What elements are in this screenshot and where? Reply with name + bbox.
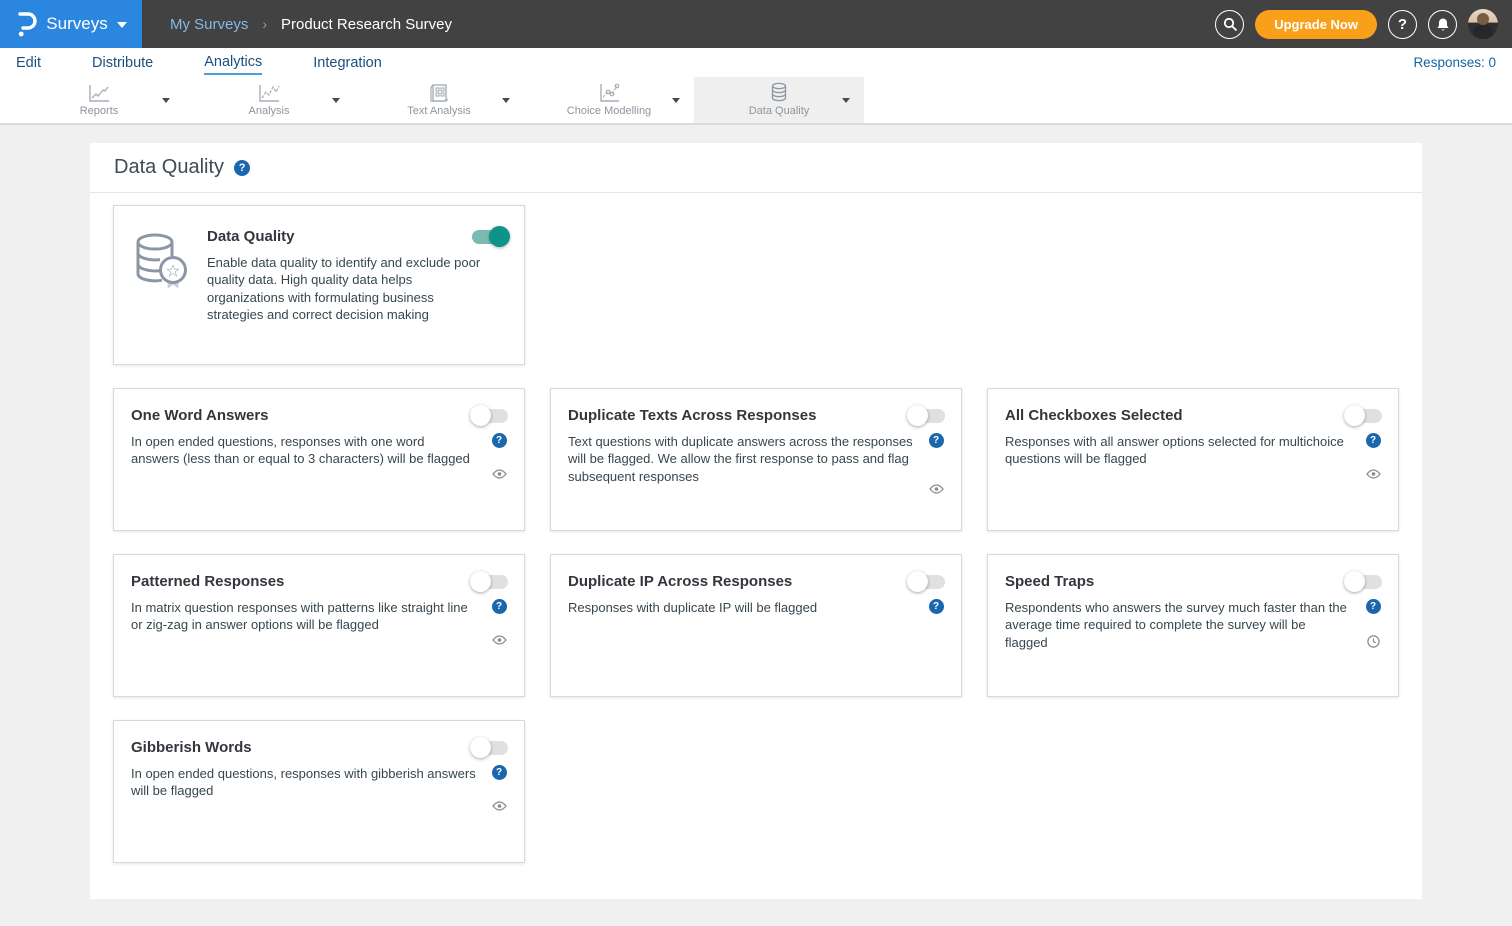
card-help-icon[interactable]: ? xyxy=(929,433,944,448)
tab-text-analysis[interactable]: Text Analysis xyxy=(354,77,524,123)
upgrade-now-button[interactable]: Upgrade Now xyxy=(1255,10,1377,39)
eye-icon[interactable] xyxy=(929,484,944,494)
brand-label: Surveys xyxy=(46,14,107,34)
card-duplicate-ip: Duplicate IP Across Responses Responses … xyxy=(550,554,962,697)
duplicate-texts-toggle[interactable] xyxy=(909,409,945,423)
data-quality-toggle[interactable] xyxy=(472,230,508,244)
card-speed-traps: Speed Traps Respondents who answers the … xyxy=(987,554,1399,697)
card-patterned-responses: Patterned Responses In matrix question r… xyxy=(113,554,525,697)
nav-tab-edit[interactable]: Edit xyxy=(16,52,41,74)
search-icon xyxy=(1223,17,1237,31)
breadcrumb-separator-icon: › xyxy=(262,16,267,32)
brand-surveys-menu[interactable]: Surveys xyxy=(0,0,142,48)
user-avatar[interactable] xyxy=(1468,9,1498,39)
card-duplicate-texts: Duplicate Texts Across Responses Text qu… xyxy=(550,388,962,531)
eye-icon[interactable] xyxy=(492,801,507,811)
chevron-down-icon[interactable] xyxy=(842,98,850,103)
patterned-responses-toggle[interactable] xyxy=(472,575,508,589)
card-description: Text questions with duplicate answers ac… xyxy=(568,433,927,494)
newspaper-icon xyxy=(428,83,450,103)
tab-choice-modelling[interactable]: Choice Modelling xyxy=(524,77,694,123)
nav-tab-analytics[interactable]: Analytics xyxy=(204,51,262,75)
tab-analysis[interactable]: Analysis xyxy=(184,77,354,123)
tab-label: Analysis xyxy=(249,105,290,117)
card-help-icon[interactable]: ? xyxy=(929,599,944,614)
card-gibberish-words: Gibberish Words In open ended questions,… xyxy=(113,720,525,863)
panel-header: Data Quality ? xyxy=(90,143,1422,193)
speed-traps-toggle[interactable] xyxy=(1346,575,1382,589)
card-help-icon[interactable]: ? xyxy=(492,765,507,780)
top-bar: Surveys My Surveys › Product Research Su… xyxy=(0,0,1512,48)
chevron-down-icon[interactable] xyxy=(672,98,680,103)
database-icon xyxy=(768,83,790,103)
card-title: Duplicate Texts Across Responses xyxy=(568,405,816,424)
clock-icon[interactable] xyxy=(1367,635,1380,648)
gibberish-words-toggle[interactable] xyxy=(472,741,508,755)
duplicate-ip-toggle[interactable] xyxy=(909,575,945,589)
card-description: Enable data quality to identify and excl… xyxy=(207,254,491,323)
tab-label: Choice Modelling xyxy=(567,105,651,117)
card-description: In matrix question responses with patter… xyxy=(131,599,490,645)
question-mark-icon: ? xyxy=(1398,16,1407,33)
database-badge-icon: ☆ xyxy=(131,226,189,348)
survey-nav: Edit Distribute Analytics Integration Re… xyxy=(0,48,1512,77)
tab-reports[interactable]: Reports xyxy=(14,77,184,123)
line-chart-icon xyxy=(88,83,110,103)
card-help-icon[interactable]: ? xyxy=(492,599,507,614)
eye-icon[interactable] xyxy=(1366,469,1381,479)
card-title: Patterned Responses xyxy=(131,571,284,590)
card-title: Data Quality xyxy=(207,226,295,245)
breadcrumb-current-survey: Product Research Survey xyxy=(281,16,452,33)
nav-tab-distribute[interactable]: Distribute xyxy=(92,52,153,74)
card-description: Respondents who answers the survey much … xyxy=(1005,599,1364,651)
card-description: Responses with all answer options select… xyxy=(1005,433,1364,479)
chevron-down-icon xyxy=(117,22,127,28)
scatter-chart-icon xyxy=(598,83,620,103)
all-checkboxes-toggle[interactable] xyxy=(1346,409,1382,423)
tab-label: Data Quality xyxy=(749,105,810,117)
page-title: Data Quality xyxy=(114,156,224,179)
breadcrumb: My Surveys › Product Research Survey xyxy=(170,16,1215,33)
chevron-down-icon[interactable] xyxy=(502,98,510,103)
line-chart-icon xyxy=(258,83,280,103)
card-title: One Word Answers xyxy=(131,405,269,424)
card-title: All Checkboxes Selected xyxy=(1005,405,1183,424)
tab-label: Reports xyxy=(80,105,119,117)
card-description: In open ended questions, responses with … xyxy=(131,765,490,811)
page-help-icon[interactable]: ? xyxy=(234,160,250,176)
tab-label: Text Analysis xyxy=(407,105,471,117)
card-title: Duplicate IP Across Responses xyxy=(568,571,792,590)
chevron-down-icon[interactable] xyxy=(332,98,340,103)
card-all-checkboxes: All Checkboxes Selected Responses with a… xyxy=(987,388,1399,531)
card-help-icon[interactable]: ? xyxy=(1366,433,1381,448)
analytics-toolbar: Reports Analysis xyxy=(0,77,1512,125)
one-word-answers-toggle[interactable] xyxy=(472,409,508,423)
responses-count: Responses: 0 xyxy=(1413,55,1496,70)
feature-card-data-quality: ☆ Data Quality Enable data quality to id… xyxy=(113,205,525,365)
card-description: In open ended questions, responses with … xyxy=(131,433,490,479)
card-title: Gibberish Words xyxy=(131,737,252,756)
chevron-down-icon[interactable] xyxy=(162,98,170,103)
breadcrumb-my-surveys[interactable]: My Surveys xyxy=(170,16,248,33)
card-description: Responses with duplicate IP will be flag… xyxy=(568,599,927,616)
data-quality-panel: Data Quality ? ☆ xyxy=(90,143,1422,899)
tab-data-quality[interactable]: Data Quality xyxy=(694,77,864,123)
svg-text:☆: ☆ xyxy=(165,262,180,281)
bell-icon xyxy=(1436,17,1450,32)
search-button[interactable] xyxy=(1215,10,1244,39)
questionpro-logo-icon xyxy=(15,9,37,39)
topbar-actions: Upgrade Now ? xyxy=(1215,9,1512,39)
notifications-button[interactable] xyxy=(1428,10,1457,39)
eye-icon[interactable] xyxy=(492,635,507,645)
eye-icon[interactable] xyxy=(492,469,507,479)
card-one-word-answers: One Word Answers In open ended questions… xyxy=(113,388,525,531)
card-help-icon[interactable]: ? xyxy=(492,433,507,448)
nav-tab-integration[interactable]: Integration xyxy=(313,52,382,74)
help-button[interactable]: ? xyxy=(1388,10,1417,39)
card-title: Speed Traps xyxy=(1005,571,1094,590)
card-help-icon[interactable]: ? xyxy=(1366,599,1381,614)
